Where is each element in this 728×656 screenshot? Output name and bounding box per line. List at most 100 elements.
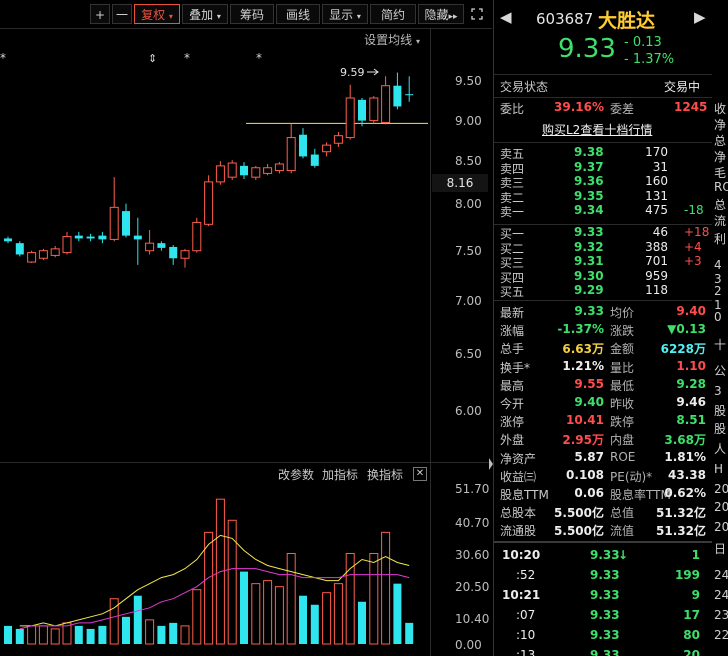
event-marker-star-icon[interactable]: * xyxy=(256,51,262,65)
candle[interactable] xyxy=(263,163,273,176)
volume-bar[interactable] xyxy=(240,571,248,644)
volume-bar[interactable] xyxy=(369,552,379,645)
candle[interactable] xyxy=(358,97,366,127)
tick-row[interactable]: :10 9.33 80 xyxy=(494,628,712,646)
candle[interactable] xyxy=(215,161,225,185)
candle[interactable] xyxy=(274,162,284,174)
volume-bar[interactable] xyxy=(86,628,95,644)
candle[interactable] xyxy=(299,128,307,159)
volume-bar[interactable] xyxy=(405,622,414,644)
candle[interactable] xyxy=(192,217,202,253)
candle[interactable] xyxy=(62,231,72,255)
volume-bar[interactable] xyxy=(133,595,142,644)
stock-name[interactable]: 大胜达 xyxy=(598,6,655,33)
fullscreen-icon[interactable] xyxy=(466,4,488,24)
candle[interactable] xyxy=(180,248,190,268)
volume-bar[interactable] xyxy=(251,583,261,645)
tick-row[interactable]: 10:20 9.33 ↓ 1 xyxy=(494,548,712,566)
candle[interactable] xyxy=(286,123,296,174)
event-marker-star-icon[interactable]: * xyxy=(0,51,6,65)
volume-tick-label: 0.00 xyxy=(455,638,482,652)
volume-bar[interactable] xyxy=(358,601,366,644)
candle[interactable] xyxy=(405,76,414,102)
volume-bar[interactable] xyxy=(38,625,48,645)
candle[interactable] xyxy=(333,131,343,147)
candle[interactable] xyxy=(4,236,12,244)
candle[interactable] xyxy=(109,177,119,242)
ask-row[interactable]: 卖三 9.36 160 xyxy=(494,174,712,190)
bid-row[interactable]: 买二 9.32 388 +4 xyxy=(494,240,712,256)
volume-bar[interactable] xyxy=(98,625,107,644)
candle[interactable] xyxy=(86,233,95,242)
volume-bar[interactable] xyxy=(381,531,391,645)
candle[interactable] xyxy=(122,203,130,238)
ask-row[interactable]: 卖四 9.37 31 xyxy=(494,160,712,176)
volume-bar[interactable] xyxy=(27,625,37,645)
volume-plot[interactable] xyxy=(0,476,430,656)
tick-time: 10:20 xyxy=(502,548,541,562)
candle[interactable] xyxy=(15,241,24,257)
prev-stock-icon[interactable]: ◀ xyxy=(500,8,512,26)
volume-bar[interactable] xyxy=(274,586,284,645)
candle[interactable] xyxy=(38,248,48,261)
candle[interactable] xyxy=(74,231,83,242)
volume-bar[interactable] xyxy=(122,616,130,644)
next-stock-icon[interactable]: ▶ xyxy=(694,8,706,26)
volume-bar[interactable] xyxy=(204,531,214,645)
candle[interactable] xyxy=(240,162,248,180)
divider xyxy=(494,300,712,301)
candle[interactable] xyxy=(204,175,214,227)
stat-label: 今开 xyxy=(500,397,525,411)
candle[interactable] xyxy=(227,160,237,180)
volume-bar[interactable] xyxy=(192,589,202,645)
candle[interactable] xyxy=(169,245,178,265)
volume-bar[interactable] xyxy=(333,583,343,645)
volume-bar[interactable] xyxy=(4,625,12,644)
volume-bar[interactable] xyxy=(145,619,155,645)
tick-row[interactable]: :07 9.33 17 xyxy=(494,608,712,626)
volume-bar[interactable] xyxy=(299,595,307,644)
volume-bar[interactable] xyxy=(286,552,296,645)
volume-bar[interactable] xyxy=(74,625,83,644)
candle[interactable] xyxy=(98,231,107,244)
candlestick-plot[interactable]: * ⇕ * * 9.59 xyxy=(0,0,430,460)
volume-bar[interactable] xyxy=(393,583,402,644)
stock-code: 603687 xyxy=(536,10,594,28)
tick-row[interactable]: :52 9.33 199 xyxy=(494,568,712,586)
volume-bar[interactable] xyxy=(310,604,319,644)
event-marker-star-icon[interactable]: * xyxy=(184,51,190,65)
volume-bar[interactable] xyxy=(157,625,166,644)
candle[interactable] xyxy=(345,84,355,140)
volume-bar[interactable] xyxy=(15,628,24,644)
volume-bar[interactable] xyxy=(169,622,178,644)
ask-row[interactable]: 卖二 9.35 131 xyxy=(494,189,712,205)
ask-row[interactable]: 卖一 9.34 475 -18 xyxy=(494,203,712,219)
volume-bar[interactable] xyxy=(50,628,60,645)
candle[interactable] xyxy=(322,142,332,157)
stat-label: 总手 xyxy=(500,342,525,357)
candle[interactable] xyxy=(251,165,261,180)
tick-row[interactable]: 10:21 9.33 9 xyxy=(494,588,712,606)
kline-chart-area[interactable]: + 一 复权 ▾ 叠加 ▾ 筹码 画线 显示 ▾ 简约 隐藏▸▸ 设置均线 ▾ … xyxy=(0,0,492,656)
candle[interactable] xyxy=(369,96,379,124)
volume-bar[interactable] xyxy=(263,580,273,645)
bid-row[interactable]: 买三 9.31 701 +3 xyxy=(494,254,712,270)
tick-row[interactable]: :13 9.33 20 xyxy=(494,648,712,656)
bid-row[interactable]: 买四 9.30 959 xyxy=(494,269,712,285)
candle[interactable] xyxy=(157,241,166,251)
candle[interactable] xyxy=(50,246,60,258)
candle[interactable] xyxy=(381,76,391,125)
volume-bar[interactable] xyxy=(180,625,190,645)
candle[interactable] xyxy=(310,148,319,168)
candle[interactable] xyxy=(145,229,155,255)
ask-row[interactable]: 卖五 9.38 170 xyxy=(494,145,712,161)
bid-row[interactable]: 买一 9.33 46 +18 xyxy=(494,225,712,241)
candle[interactable] xyxy=(133,217,142,265)
volume-bar[interactable] xyxy=(322,592,332,645)
bid-row[interactable]: 买五 9.29 118 xyxy=(494,283,712,299)
candle[interactable] xyxy=(393,72,402,110)
l2-upgrade-link[interactable]: 购买L2查看十档行情 xyxy=(542,121,652,138)
candle[interactable] xyxy=(27,250,37,263)
event-marker-updown-icon[interactable]: ⇕ xyxy=(148,52,157,65)
tick-price: 9.33 xyxy=(590,548,620,562)
